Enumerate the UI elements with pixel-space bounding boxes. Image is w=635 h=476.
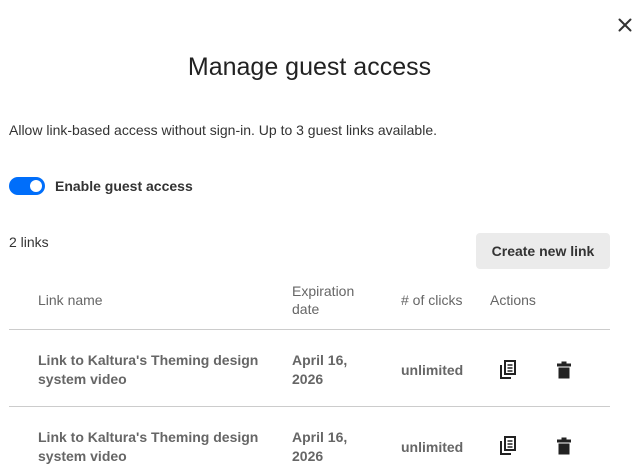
row-2-clicks: unlimited (401, 439, 464, 455)
row-2-link-name: Link to Kaltura's Theming design system … (38, 429, 259, 464)
row-2-copy-button[interactable] (496, 434, 520, 458)
row-1-clicks: unlimited (401, 362, 464, 378)
row-1-delete-button[interactable] (552, 358, 576, 382)
toggle-label: Enable guest access (55, 178, 193, 194)
toggle-knob (30, 180, 42, 192)
dialog-description: Allow link-based access without sign-in.… (9, 122, 437, 138)
row-1-expiration: April 16, 2026 (292, 352, 348, 387)
trash-icon (557, 437, 571, 455)
copy-icon (500, 360, 516, 379)
column-header-clicks: # of clicks (401, 292, 463, 308)
column-header-expiration: Expiration date (292, 283, 355, 317)
copy-icon (500, 436, 516, 455)
create-new-link-button[interactable]: Create new link (476, 233, 610, 269)
dialog-title: Manage guest access (187, 53, 432, 81)
row-1-link-name: Link to Kaltura's Theming design system … (38, 352, 259, 387)
row-2-delete-button[interactable] (552, 434, 576, 458)
table-divider (9, 329, 610, 330)
row-2-expiration: April 16, 2026 (292, 429, 348, 464)
close-icon (618, 18, 632, 32)
guest-access-toggle-row: Enable guest access (9, 177, 193, 195)
row-1-copy-button[interactable] (496, 358, 520, 382)
links-count: 2 links (9, 234, 49, 250)
enable-guest-access-toggle[interactable] (9, 177, 45, 195)
column-header-link-name: Link name (38, 292, 103, 308)
trash-icon (557, 361, 571, 379)
column-header-actions: Actions (490, 292, 536, 308)
table-divider (9, 406, 610, 407)
close-button[interactable] (614, 12, 635, 38)
